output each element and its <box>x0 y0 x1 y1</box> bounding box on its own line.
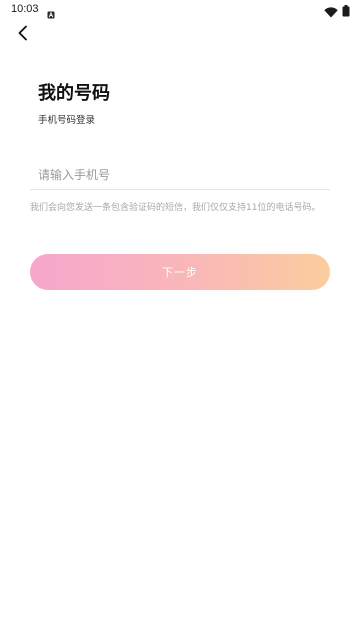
sms-hint-text: 我们会向您发送一条包含验证码的短信，我们仅仅支持11位的电话号码。 <box>30 203 321 213</box>
wifi-icon <box>324 3 338 18</box>
status-bar: 10:03 <box>0 0 360 19</box>
back-button[interactable] <box>10 22 36 48</box>
a-notification-icon <box>47 4 55 19</box>
page-title: 我的号码 <box>38 83 110 104</box>
chevron-left-icon <box>17 25 29 45</box>
next-button[interactable]: 下一步 <box>30 254 330 290</box>
status-time: 10:03 <box>11 3 39 15</box>
battery-icon <box>342 2 350 17</box>
phone-number-input[interactable] <box>30 160 330 190</box>
page-subtitle: 手机号码登录 <box>38 115 96 126</box>
